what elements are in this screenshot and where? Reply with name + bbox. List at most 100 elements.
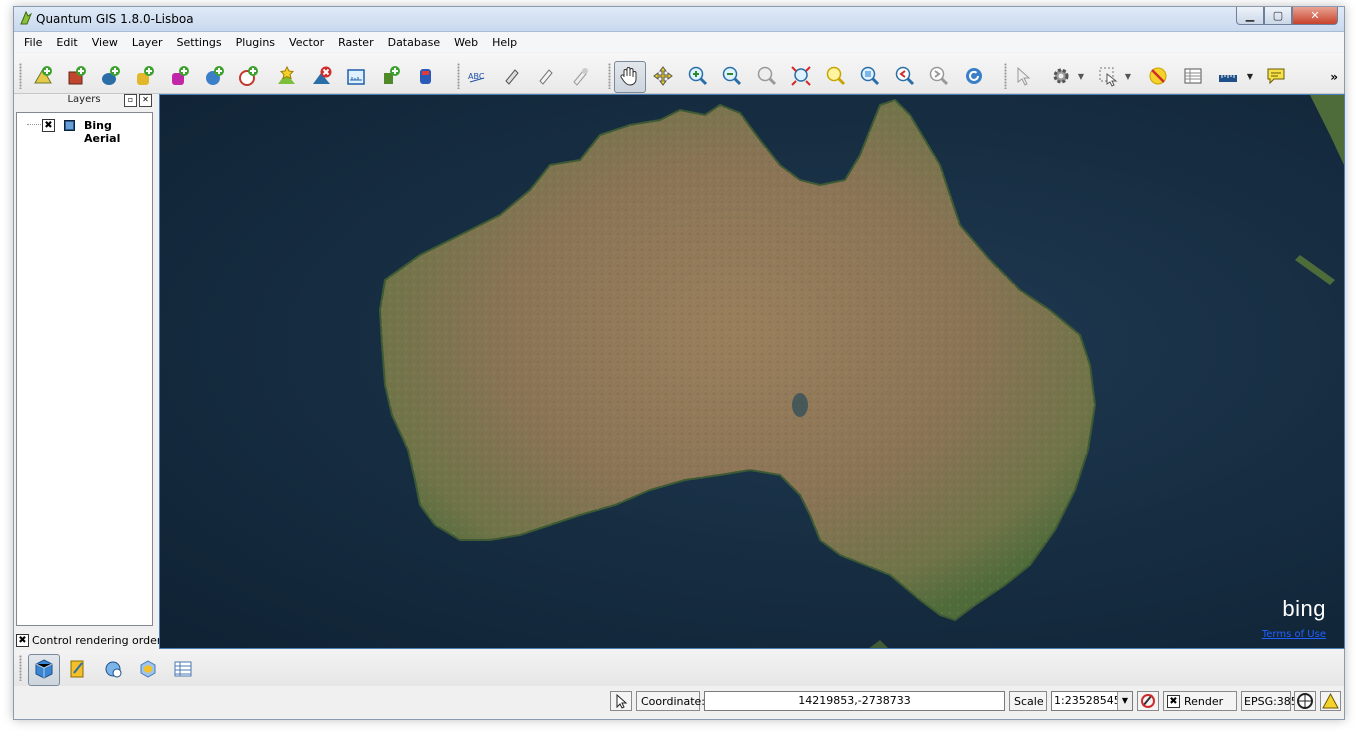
close-panel-button[interactable]: ✕ xyxy=(139,94,152,107)
zoom-to-layer-icon[interactable] xyxy=(859,65,881,87)
zoom-out-icon[interactable] xyxy=(721,65,743,87)
map-tips-icon[interactable] xyxy=(1265,65,1287,87)
change-label-icon[interactable] xyxy=(569,65,591,87)
scale-value: 1:23528545 xyxy=(1054,694,1121,707)
layer-visibility-checkbox[interactable]: ✖ xyxy=(42,119,55,132)
map-imagery xyxy=(378,95,1344,648)
minimize-button[interactable]: ▁ xyxy=(1236,7,1264,25)
stop-render-button[interactable] xyxy=(1137,691,1159,711)
menu-web[interactable]: Web xyxy=(447,36,485,49)
maximize-button[interactable]: ▢ xyxy=(1264,7,1292,25)
terms-of-use-link[interactable]: Terms of Use xyxy=(1262,629,1326,640)
toolbar-grip[interactable] xyxy=(19,63,22,89)
menu-layer[interactable]: Layer xyxy=(125,36,170,49)
menu-file[interactable]: File xyxy=(14,36,49,49)
render-checkbox[interactable]: ✖ xyxy=(1167,695,1180,708)
menu-database[interactable]: Database xyxy=(381,36,448,49)
qgis-window: Quantum GIS 1.8.0-Lisboa ▁ ▢ ✕ File Edit… xyxy=(13,6,1345,720)
toolbar-grip[interactable] xyxy=(19,655,22,681)
pan-hand-icon[interactable] xyxy=(618,65,640,87)
zoom-in-icon[interactable] xyxy=(687,65,709,87)
scale-combobox[interactable]: 1:23528545 ▼ xyxy=(1051,691,1133,711)
identify-features-icon[interactable] xyxy=(1014,65,1036,87)
secondary-toolbar xyxy=(14,650,1344,686)
add-delimited-text-icon[interactable] xyxy=(380,65,402,87)
map-canvas[interactable]: bing Terms of Use xyxy=(159,94,1345,649)
toolbar-grip[interactable] xyxy=(1004,63,1007,89)
select-features-icon[interactable] xyxy=(1097,65,1119,87)
add-raster-layer-icon[interactable] xyxy=(66,65,88,87)
layer-item[interactable]: ✖ Bing Aerial xyxy=(17,117,152,145)
menu-settings[interactable]: Settings xyxy=(170,36,229,49)
zoom-actual-size-icon[interactable] xyxy=(756,65,778,87)
python-plugin-icon[interactable] xyxy=(137,658,159,680)
add-mssql-layer-icon[interactable] xyxy=(169,65,191,87)
raster-layer-icon xyxy=(64,120,75,131)
chevron-down-icon[interactable]: ▼ xyxy=(1117,692,1132,710)
warning-icon xyxy=(1322,692,1339,709)
layers-panel: Layers ▫ ✕ ✖ Bing Aerial ✖ Control rende… xyxy=(14,94,161,651)
add-wcs-layer-icon[interactable] xyxy=(238,65,260,87)
layer-name[interactable]: Bing Aerial xyxy=(84,119,152,145)
control-rendering-order-label: Control rendering order xyxy=(32,634,162,647)
edit-plugin-icon[interactable] xyxy=(66,658,88,680)
tree-branch xyxy=(27,124,41,125)
scale-label: Scale xyxy=(1009,691,1047,711)
render-toggle[interactable]: ✖ Render xyxy=(1163,691,1237,711)
deselect-features-icon[interactable] xyxy=(1147,65,1169,87)
menu-help[interactable]: Help xyxy=(485,36,524,49)
dropdown-arrow-icon[interactable]: ▼ xyxy=(1239,65,1261,87)
control-rendering-order-checkbox[interactable]: ✖ xyxy=(16,634,29,647)
crs-status-button[interactable] xyxy=(1294,691,1316,711)
toolbar-overflow-button[interactable]: » xyxy=(1330,70,1338,84)
pin-labels-icon[interactable] xyxy=(500,65,522,87)
crs-button[interactable]: EPSG:3857 xyxy=(1241,691,1305,711)
zoom-full-icon[interactable] xyxy=(790,65,812,87)
measure-line-icon[interactable] xyxy=(1217,65,1239,87)
add-wms-layer-icon[interactable] xyxy=(204,65,226,87)
label-tool-icon[interactable]: ABC xyxy=(466,65,488,87)
run-feature-action-icon[interactable] xyxy=(1050,65,1072,87)
menu-plugins[interactable]: Plugins xyxy=(229,36,282,49)
status-bar: Coordinate: 14219853,-2738733 Scale 1:23… xyxy=(14,688,1344,718)
render-label: Render xyxy=(1184,695,1224,708)
menu-raster[interactable]: Raster xyxy=(331,36,380,49)
coordinate-label: Coordinate: xyxy=(636,691,705,711)
toggle-extents-button[interactable] xyxy=(610,691,632,711)
close-button[interactable]: ✕ xyxy=(1292,7,1338,25)
georeferencer-icon[interactable] xyxy=(102,658,124,680)
add-spatialite-layer-icon[interactable] xyxy=(134,65,156,87)
menu-bar: File Edit View Layer Settings Plugins Ve… xyxy=(14,32,1344,52)
menu-vector[interactable]: Vector xyxy=(282,36,331,49)
dropdown-arrow-icon[interactable]: ▼ xyxy=(1117,65,1139,87)
coordinate-field[interactable]: 14219853,-2738733 xyxy=(704,691,1005,711)
qgis-logo-icon xyxy=(20,10,33,25)
stop-render-icon xyxy=(1141,694,1155,708)
rotate-label-icon[interactable] xyxy=(534,65,556,87)
layer-tree[interactable]: ✖ Bing Aerial xyxy=(16,112,153,626)
zoom-last-icon[interactable] xyxy=(894,65,916,87)
open-attribute-table-icon[interactable] xyxy=(1182,65,1204,87)
main-toolbar: ABC ▼ ▼ ▼ » xyxy=(14,53,1344,94)
add-postgis-layer-icon[interactable] xyxy=(100,65,122,87)
add-vector-layer-icon[interactable] xyxy=(32,65,54,87)
toolbar-grip[interactable] xyxy=(608,63,611,89)
menu-edit[interactable]: Edit xyxy=(49,36,84,49)
add-oracle-layer-icon[interactable] xyxy=(415,65,437,87)
toolbar-grip[interactable] xyxy=(457,63,460,89)
zoom-next-icon[interactable] xyxy=(928,65,950,87)
menu-view[interactable]: View xyxy=(85,36,125,49)
projection-icon xyxy=(1297,693,1313,709)
pan-to-selection-icon[interactable] xyxy=(652,65,674,87)
refresh-icon[interactable] xyxy=(963,65,985,87)
new-shapefile-icon[interactable] xyxy=(276,65,298,87)
globe-plugin-icon[interactable] xyxy=(33,658,55,680)
dropdown-arrow-icon[interactable]: ▼ xyxy=(1070,65,1092,87)
zoom-to-selection-icon[interactable] xyxy=(825,65,847,87)
measure-icon[interactable] xyxy=(345,65,367,87)
bing-logo: bing xyxy=(1282,596,1326,621)
table-manager-icon[interactable] xyxy=(172,658,194,680)
remove-layer-icon[interactable] xyxy=(311,65,333,87)
messages-button[interactable] xyxy=(1320,691,1341,711)
float-panel-button[interactable]: ▫ xyxy=(124,94,137,107)
